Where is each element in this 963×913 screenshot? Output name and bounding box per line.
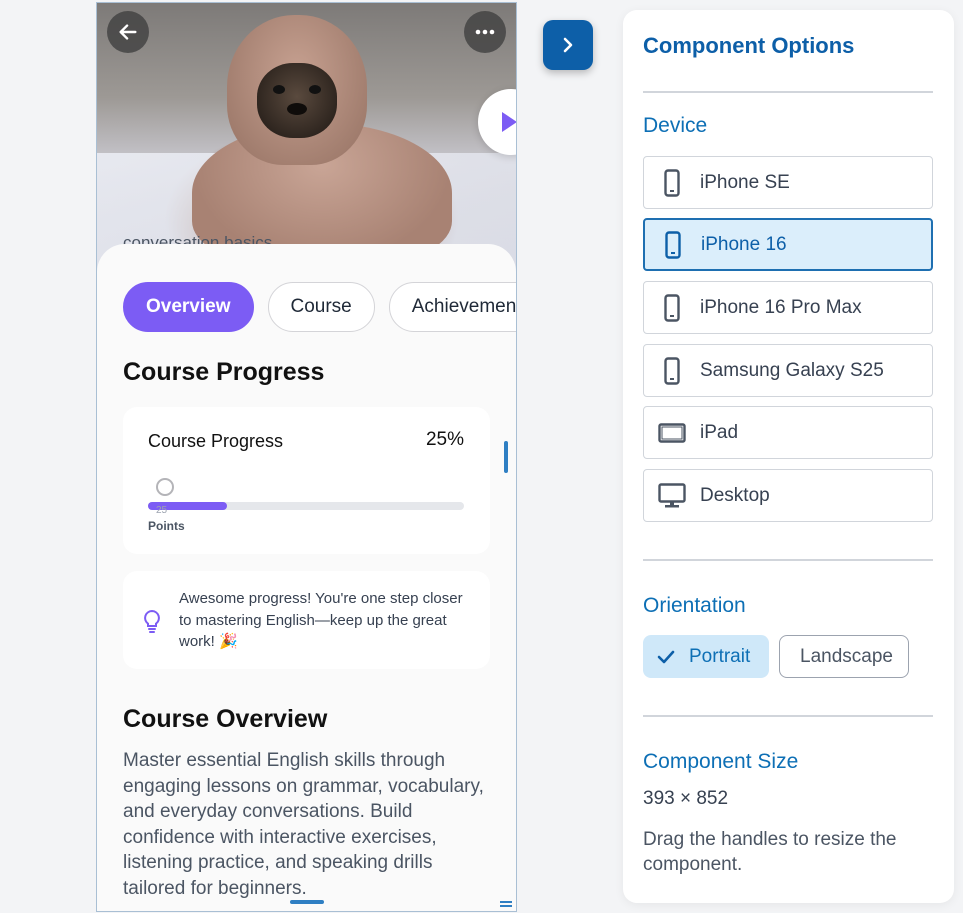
component-options-panel: Component Options Device iPhone SE iPhon…: [623, 10, 954, 903]
phone-icon: [644, 168, 700, 197]
progress-card-title: Course Progress: [148, 431, 284, 451]
arrow-left-icon: [119, 24, 137, 40]
device-section-label: Device: [643, 114, 708, 137]
chevron-right-icon: [563, 37, 573, 53]
encouragement-card: Awesome progress! You're one step closer…: [123, 571, 490, 669]
device-option-desktop[interactable]: Desktop: [643, 469, 933, 522]
encouragement-text: Awesome progress! You're one step closer…: [179, 590, 463, 650]
device-option-ipad[interactable]: iPad: [643, 406, 933, 459]
device-option-iphone-16[interactable]: iPhone 16: [643, 218, 933, 271]
tab-achievements[interactable]: Achievements: [388, 282, 516, 332]
panel-title: Component Options: [643, 33, 855, 58]
phone-icon: [644, 293, 700, 322]
phone-icon: [645, 230, 701, 259]
resize-handle[interactable]: [500, 901, 512, 907]
size-section-label: Component Size: [643, 750, 799, 773]
device-option-samsung-galaxy-s25[interactable]: Samsung Galaxy S25: [643, 344, 933, 397]
tab-overview[interactable]: Overview: [123, 282, 254, 332]
overview-description: Master essential English skills through …: [123, 750, 484, 899]
divider: [643, 715, 933, 717]
progress-bar: [148, 502, 464, 510]
desktop-icon: [644, 482, 700, 509]
divider: [643, 91, 933, 93]
device-option-iphone-16-pro-max[interactable]: iPhone 16 Pro Max: [643, 281, 933, 334]
points-label: Points: [148, 519, 185, 533]
progress-heading: Course Progress: [123, 358, 325, 386]
tab-course[interactable]: Course: [267, 282, 375, 332]
overview-heading: Course Overview: [123, 705, 328, 733]
device-option-iphone-se[interactable]: iPhone SE: [643, 156, 933, 209]
device-preview: conversation basics. Overview Course Ach…: [96, 2, 517, 912]
home-indicator: [290, 900, 324, 904]
orientation-portrait-button[interactable]: Portrait: [643, 635, 769, 678]
component-size-value: 393 × 852: [643, 788, 729, 809]
check-icon: [657, 650, 675, 663]
divider: [643, 559, 933, 561]
tablet-icon: [644, 422, 700, 443]
lightbulb-icon: [144, 609, 160, 633]
more-options-button[interactable]: [464, 11, 506, 53]
course-content-sheet: Overview Course Achievements Course Prog…: [97, 244, 516, 911]
scrollbar[interactable]: [504, 441, 508, 473]
orientation-section-label: Orientation: [643, 594, 746, 617]
more-horizontal-icon: [475, 29, 495, 35]
progress-marker: [156, 478, 174, 496]
points-value: 25: [156, 505, 168, 516]
orientation-landscape-button[interactable]: Landscape: [779, 635, 909, 678]
progress-percent: 25%: [425, 429, 464, 450]
phone-icon: [644, 356, 700, 385]
toggle-panel-button[interactable]: [543, 20, 593, 70]
back-button[interactable]: [107, 11, 149, 53]
size-help-text: Drag the handles to resize the component…: [643, 829, 897, 875]
course-tabs: Overview Course Achievements: [123, 282, 516, 332]
progress-card: Course Progress 25% 25 Points: [123, 407, 490, 554]
play-icon: [502, 112, 516, 132]
